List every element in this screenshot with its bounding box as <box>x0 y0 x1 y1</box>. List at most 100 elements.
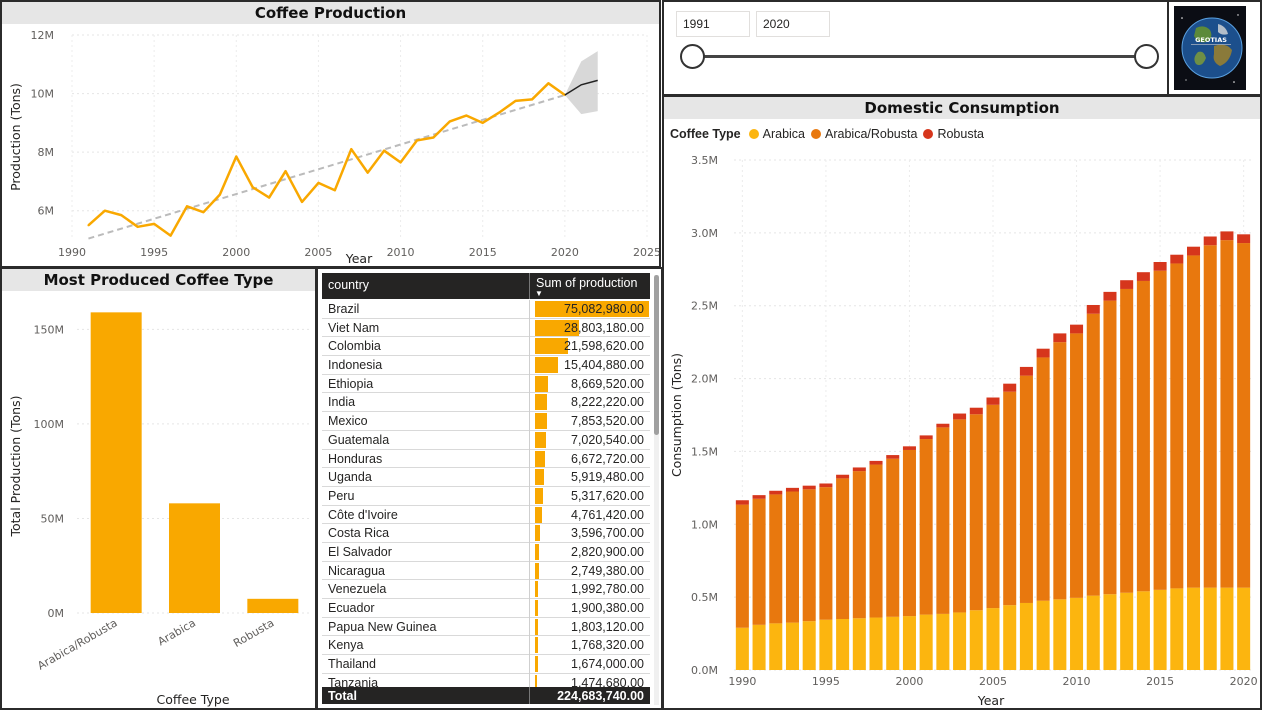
production-cell: 6,672,720.00 <box>571 451 644 466</box>
coffee-type-bar-chart[interactable]: 0M 50M 100M 150M Arabica/Robusta Arabica Robus… <box>2 291 315 708</box>
column-divider <box>529 356 530 376</box>
bar-segment-arabica <box>1019 602 1033 670</box>
bar-segment-arabica-robusta <box>836 478 850 619</box>
table-row[interactable]: Ecuador 1,900,380.00 <box>322 599 650 618</box>
table-row[interactable]: Thailand 1,674,000.00 <box>322 655 650 675</box>
y-tick-label: 1.0M <box>691 518 718 531</box>
column-divider <box>529 580 530 600</box>
table-row[interactable]: India 8,222,220.00 <box>322 393 650 413</box>
column-header-country[interactable]: country <box>328 278 369 292</box>
table-row[interactable]: Côte d'Ivoire 4,761,420.00 <box>322 505 650 525</box>
production-cell: 1,803,120.00 <box>571 619 644 634</box>
y-tick-label: 150M <box>34 323 65 336</box>
table-row[interactable]: Viet Nam 28,803,180.00 <box>322 318 650 338</box>
country-cell: Ecuador <box>328 601 375 615</box>
bar-segment-robusta <box>735 500 749 505</box>
bar-segment-arabica-robusta <box>785 491 800 623</box>
bar-segment-robusta <box>869 460 883 465</box>
x-tick-label: 1990 <box>58 246 86 259</box>
logo-panel: GEOTIAS <box>1167 0 1262 96</box>
bar-segment-arabica-robusta <box>886 458 900 617</box>
bar-segment-arabica <box>1120 592 1134 670</box>
table-row[interactable]: El Salvador 2,820,900.00 <box>322 542 650 562</box>
production-data-point <box>432 136 435 139</box>
x-tick-label: 2025 <box>633 246 659 259</box>
table-row[interactable]: Uganda 5,919,480.00 <box>322 468 650 488</box>
column-header-production[interactable]: Sum of production <box>536 276 637 290</box>
x-tick-label: 2010 <box>387 246 415 259</box>
table-row[interactable]: Nicaragua 2,749,380.00 <box>322 561 650 581</box>
column-divider <box>529 636 530 656</box>
sort-descending-icon[interactable]: ▼ <box>535 289 543 298</box>
table-row[interactable]: Brazil 75,082,980.00 <box>322 300 650 319</box>
production-cell: 1,900,380.00 <box>571 601 644 615</box>
table-row[interactable]: Peru 5,317,620.00 <box>322 486 650 506</box>
country-cell: Ethiopia <box>328 376 374 391</box>
consumption-stacked-bar-chart[interactable]: 0.0M 0.5M 1.0M 1.5M 2.0M 2.5M 3.0M 3.5M 1990 1995… <box>664 142 1260 710</box>
legend-title: Coffee Type <box>670 127 741 141</box>
y-tick-label: 1.5M <box>691 445 718 458</box>
table-row[interactable]: Costa Rica 3,596,700.00 <box>322 524 650 544</box>
data-bar <box>535 357 559 374</box>
production-cell: 5,919,480.00 <box>571 470 644 485</box>
table-row[interactable]: Colombia 21,598,620.00 <box>322 337 650 357</box>
table-row[interactable]: Mexico 7,853,520.00 <box>322 412 650 432</box>
production-data-point <box>317 181 320 184</box>
production-cell: 7,853,520.00 <box>571 414 644 429</box>
table-row[interactable]: Kenya 1,768,320.00 <box>322 636 650 656</box>
bar-segment-robusta <box>1019 366 1033 376</box>
production-data-point <box>350 148 353 151</box>
start-year-handle[interactable] <box>680 44 705 69</box>
x-tick-label: 1995 <box>812 675 840 688</box>
bar-segment-arabica-robusta <box>1120 288 1134 593</box>
table-row[interactable]: Honduras 6,672,720.00 <box>322 449 650 469</box>
consumption-chart-title: Domestic Consumption <box>664 97 1260 119</box>
production-line-chart[interactable]: 6M 8M 10M 12M 1990 1995 2000 2005 2010 2015 2020 20… <box>2 24 659 268</box>
production-cell: 2,749,380.00 <box>571 563 644 578</box>
y-tick-label: 100M <box>34 418 65 431</box>
bar-segment-arabica <box>953 612 967 670</box>
legend-item-arabica-robusta[interactable]: Arabica/Robusta <box>811 127 917 141</box>
bar-segment-arabica <box>1086 595 1100 670</box>
end-year-input[interactable]: 2020 <box>756 11 830 37</box>
bar-segment-arabica <box>769 623 783 670</box>
bar-segment-robusta <box>769 490 783 495</box>
consumption-panel: Domestic Consumption Coffee Type Arabica… <box>662 95 1262 710</box>
bar-segment-arabica <box>752 624 766 670</box>
legend-item-arabica[interactable]: Arabica <box>748 127 805 141</box>
table-row[interactable]: Guatemala 7,020,540.00 <box>322 430 650 450</box>
bar-segment-arabica <box>1237 587 1251 670</box>
table-header: country Sum of production ▼ <box>322 273 650 299</box>
data-bar <box>535 450 546 467</box>
table-scrollbar[interactable] <box>654 275 659 705</box>
production-cell: 3,596,700.00 <box>571 526 644 541</box>
production-data-point <box>416 139 418 142</box>
bar-segment-arabica-robusta <box>802 489 816 622</box>
table-row[interactable]: Indonesia 15,404,880.00 <box>322 356 650 376</box>
bar-segment-arabica <box>785 622 800 670</box>
start-year-input[interactable]: 1991 <box>676 11 750 37</box>
bar-segment-arabica-robusta <box>1070 333 1084 598</box>
column-divider <box>529 617 530 637</box>
x-tick-label: 2015 <box>1146 675 1174 688</box>
production-data-point <box>366 171 369 174</box>
year-range-slider[interactable] <box>694 55 1149 58</box>
bar-segment-arabica-robusta <box>735 504 749 628</box>
legend-item-robusta[interactable]: Robusta <box>923 127 984 141</box>
table-row[interactable]: Venezuela 1,992,780.00 <box>322 580 650 600</box>
bar-segment-robusta <box>1153 262 1167 271</box>
y-tick-label: 10M <box>31 88 55 101</box>
table-row[interactable]: Ethiopia 8,669,520.00 <box>322 374 650 394</box>
column-divider <box>529 655 530 675</box>
table-row[interactable]: Papua New Guinea 1,803,120.00 <box>322 617 650 637</box>
column-divider <box>529 524 530 544</box>
production-data-point <box>251 186 254 189</box>
column-divider <box>529 449 530 469</box>
scrollbar-thumb[interactable] <box>654 275 659 435</box>
bar-segment-arabica-robusta <box>953 419 967 613</box>
end-year-handle[interactable] <box>1134 44 1159 69</box>
bar-segment-arabica <box>1053 599 1067 670</box>
bar-segment-arabica-robusta <box>869 464 883 618</box>
production-data-point <box>103 209 106 212</box>
column-divider <box>529 318 530 338</box>
